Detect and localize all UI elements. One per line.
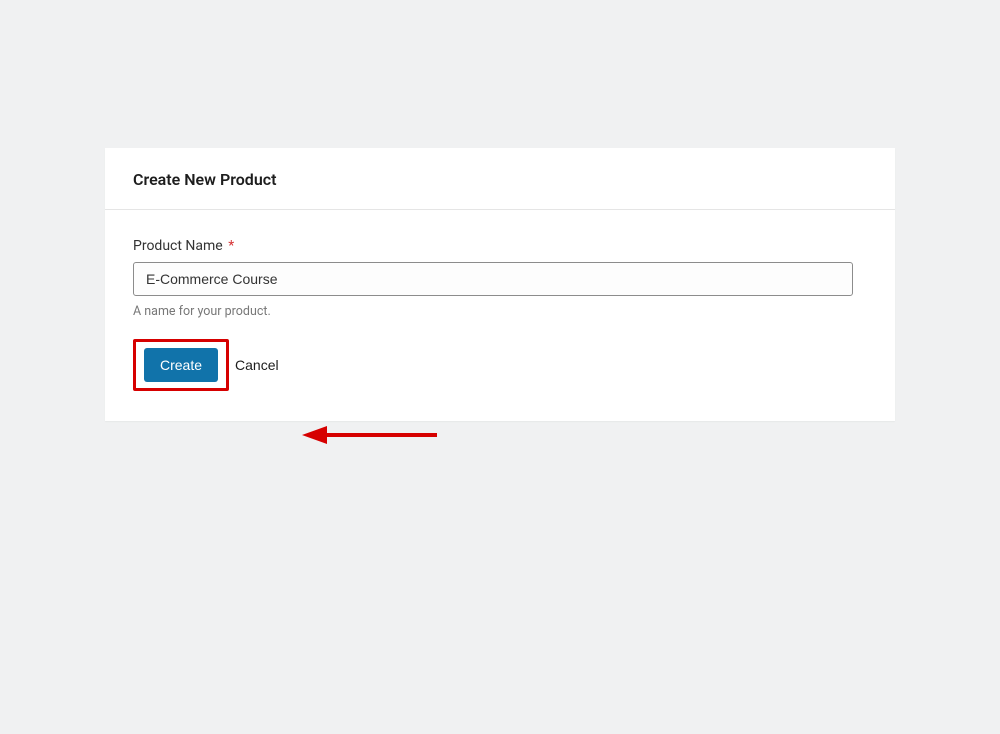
create-button[interactable]: Create (144, 348, 218, 382)
panel-title: Create New Product (133, 170, 867, 189)
product-name-input[interactable] (133, 262, 853, 296)
product-name-label: Product Name (133, 238, 223, 254)
panel-body: Product Name * A name for your product. … (105, 210, 895, 421)
cancel-button[interactable]: Cancel (235, 357, 279, 373)
product-name-label-row: Product Name * (133, 238, 867, 254)
arrow-annotation-icon (302, 423, 442, 453)
create-product-panel: Create New Product Product Name * A name… (105, 148, 895, 421)
required-asterisk: * (228, 238, 234, 254)
button-row: Create Cancel (133, 339, 867, 391)
product-name-description: A name for your product. (133, 304, 867, 319)
panel-header: Create New Product (105, 148, 895, 210)
highlight-annotation: Create (133, 339, 229, 391)
